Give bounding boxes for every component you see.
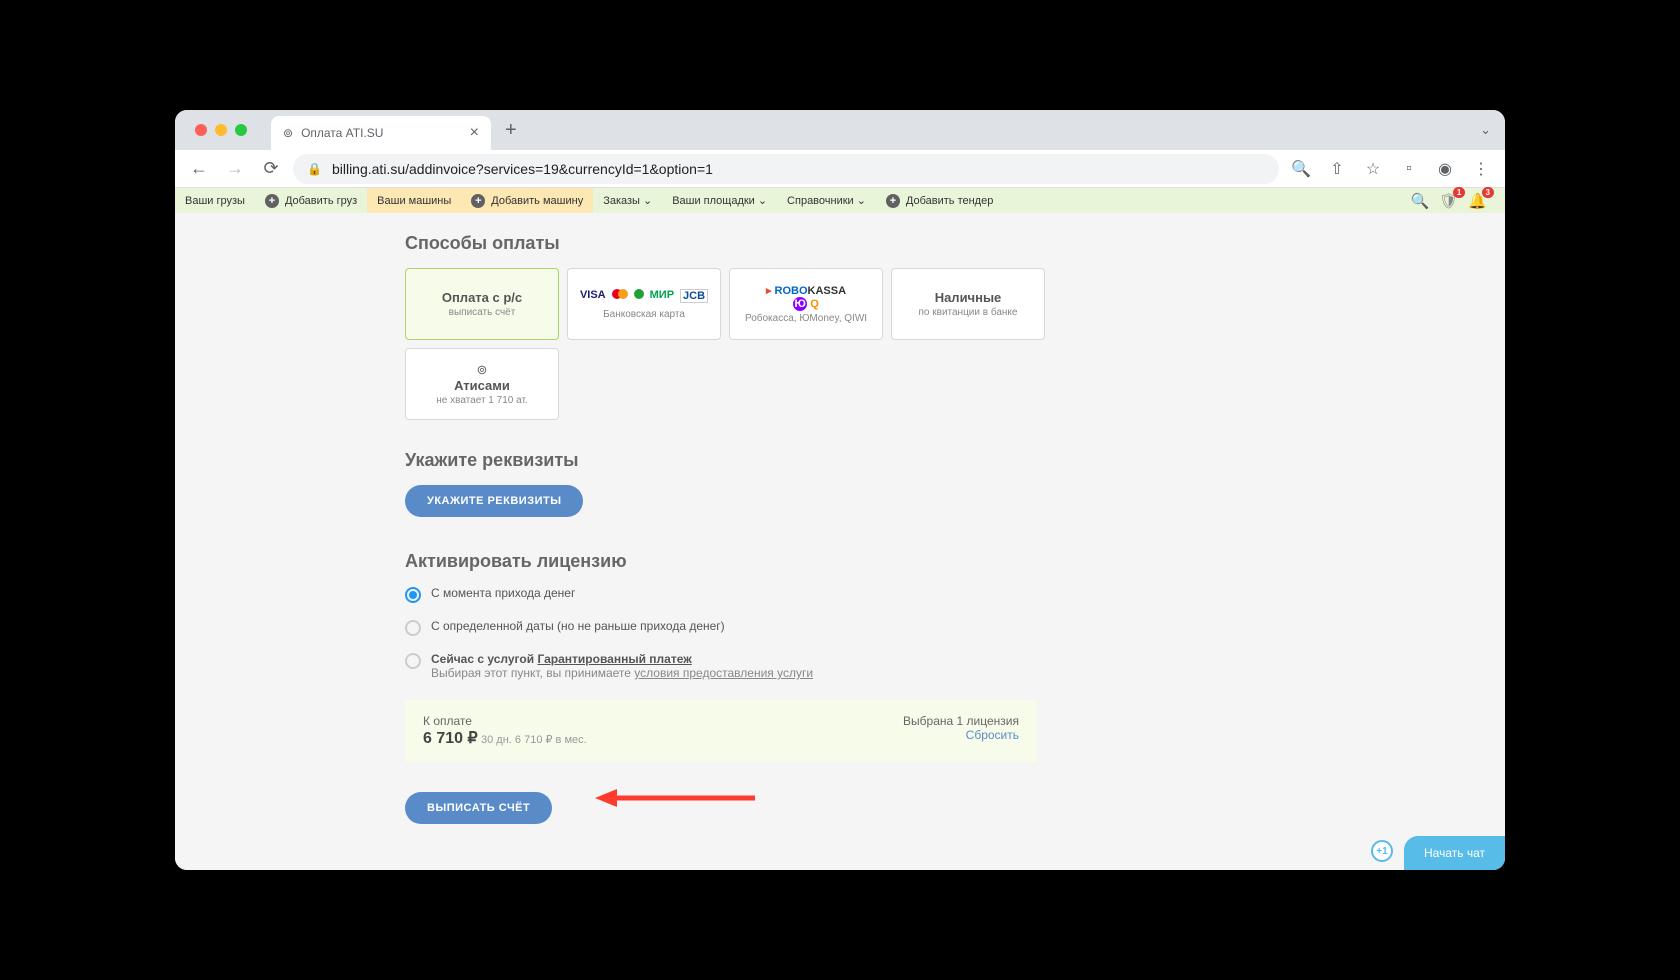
plus-icon: + <box>886 194 900 208</box>
section-requisites: Укажите реквизиты <box>405 450 1505 471</box>
traffic-lights <box>175 124 247 136</box>
maximize-window[interactable] <box>235 124 247 136</box>
atis-icon: ⊚ <box>477 362 488 378</box>
browser-window: ⊚ Оплата ATI.SU × + ⌄ ← → ⟳ 🔒 billing.at… <box>175 110 1505 870</box>
page-content: Способы оплаты Оплата с р/с выписать счё… <box>175 213 1505 870</box>
forward-button[interactable]: → <box>221 158 249 179</box>
chat-counter[interactable]: +1 <box>1371 840 1393 862</box>
reload-button[interactable]: ⟳ <box>257 158 285 179</box>
url-input[interactable]: 🔒 billing.ati.su/addinvoice?services=19&… <box>293 154 1279 184</box>
radio-icon <box>405 587 421 603</box>
card-robokassa[interactable]: ▸ ROBOKASSA Ю Q Робокасса, ЮMoney, QIWI <box>729 268 883 340</box>
section-payment-methods: Способы оплаты <box>405 233 1505 254</box>
radio-guaranteed[interactable]: Сейчас с услугой Гарантированный платеж … <box>405 652 1505 680</box>
chevron-down-icon: ⌄ <box>857 194 866 207</box>
nav-platforms[interactable]: Ваши площадки⌄ <box>662 194 777 207</box>
chevron-down-icon: ⌄ <box>643 194 652 207</box>
payment-cards: Оплата с р/с выписать счёт VISA МИР JCB … <box>405 268 1055 420</box>
nav-trucks[interactable]: Ваши машины <box>367 188 461 213</box>
panel-icon[interactable]: ▫ <box>1395 160 1423 178</box>
bookmark-icon[interactable]: ☆ <box>1359 159 1387 179</box>
bell-icon[interactable]: 🔔3 <box>1468 192 1487 210</box>
card-bank-card[interactable]: VISA МИР JCB Банковская карта <box>567 268 721 340</box>
tab-bar: ⊚ Оплата ATI.SU × + ⌄ <box>175 110 1505 150</box>
radio-from-date[interactable]: С определенной даты (но не раньше приход… <box>405 619 1505 636</box>
summary-detail: 30 дн. 6 710 ₽ в мес. <box>481 734 587 746</box>
zoom-icon[interactable]: 🔍 <box>1287 159 1315 179</box>
new-tab-button[interactable]: + <box>491 119 531 142</box>
profile-icon[interactable]: ◉ <box>1431 159 1459 179</box>
reset-link[interactable]: Сбросить <box>903 728 1019 742</box>
invoice-button[interactable]: ВЫПИСАТЬ СЧЁТ <box>405 792 552 824</box>
radio-icon <box>405 653 421 669</box>
tab-title: Оплата ATI.SU <box>301 126 383 140</box>
address-bar: ← → ⟳ 🔒 billing.ati.su/addinvoice?servic… <box>175 150 1505 188</box>
lock-icon: 🔒 <box>307 162 322 176</box>
radio-icon <box>405 620 421 636</box>
menu-icon[interactable]: ⋮ <box>1467 159 1495 179</box>
nav-refs[interactable]: Справочники⌄ <box>777 194 876 207</box>
terms-link[interactable]: условия предоставления услуги <box>634 666 813 680</box>
nav-orders[interactable]: Заказы⌄ <box>593 194 662 207</box>
plus-icon: + <box>471 194 485 208</box>
nav-add-cargo[interactable]: +Добавить груз <box>255 188 367 213</box>
plus-icon: + <box>265 194 279 208</box>
minimize-window[interactable] <box>215 124 227 136</box>
search-icon[interactable]: 🔍 <box>1411 192 1430 210</box>
section-activate: Активировать лицензию <box>405 551 1505 572</box>
card-logos: VISA МИР JCB <box>580 289 708 303</box>
requisites-button[interactable]: УКАЖИТЕ РЕКВИЗИТЫ <box>405 485 583 517</box>
site-nav: Ваши грузы +Добавить груз Ваши машины +Д… <box>175 188 1505 213</box>
summary-licenses: Выбрана 1 лицензия <box>903 714 1019 728</box>
close-window[interactable] <box>195 124 207 136</box>
chat-button[interactable]: Начать чат <box>1404 836 1505 870</box>
url-text: billing.ati.su/addinvoice?services=19&cu… <box>332 161 713 177</box>
globe-icon: ⊚ <box>283 126 293 140</box>
card-bank-transfer[interactable]: Оплата с р/с выписать счёт <box>405 268 559 340</box>
card-cash[interactable]: Наличные по квитанции в банке <box>891 268 1045 340</box>
notification-icon[interactable]: 🛡1 <box>1439 192 1458 210</box>
summary-label: К оплате <box>423 714 587 728</box>
summary-amount: 6 710 ₽ <box>423 730 478 747</box>
share-icon[interactable]: ⇧ <box>1323 159 1351 179</box>
nav-add-truck[interactable]: +Добавить машину <box>461 188 593 213</box>
annotation-arrow <box>595 786 765 810</box>
nav-cargo[interactable]: Ваши грузы <box>175 188 255 213</box>
back-button[interactable]: ← <box>185 158 213 179</box>
radio-from-payment[interactable]: С момента прихода денег <box>405 586 1505 603</box>
tabs-chevron-icon[interactable]: ⌄ <box>1480 122 1505 138</box>
card-atis[interactable]: ⊚ Атисами не хватает 1 710 ат. <box>405 348 559 420</box>
browser-tab[interactable]: ⊚ Оплата ATI.SU × <box>271 116 491 150</box>
chevron-down-icon: ⌄ <box>758 194 767 207</box>
nav-add-tender[interactable]: +Добавить тендер <box>876 188 1003 213</box>
summary-box: К оплате 6 710 ₽ 30 дн. 6 710 ₽ в мес. В… <box>405 700 1037 762</box>
close-tab-icon[interactable]: × <box>470 124 479 142</box>
